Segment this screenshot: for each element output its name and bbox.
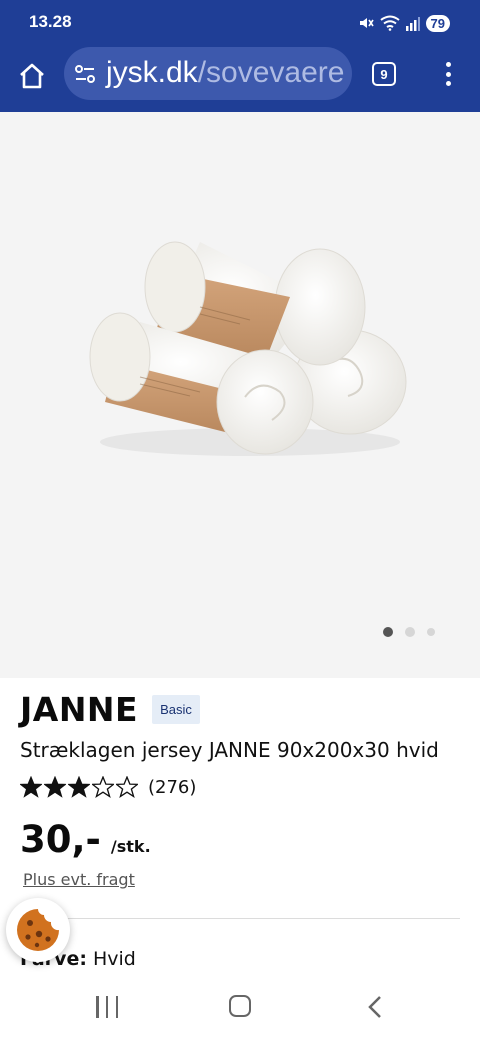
address-bar[interactable]: jysk.dk/sovevaere [64,47,352,100]
assortment-badge: Basic [152,695,200,724]
star-filled-icon [68,776,90,798]
browser-toolbar: jysk.dk/sovevaere 9 [0,46,480,112]
price: 30,- [20,818,101,861]
url-text: jysk.dk/sovevaere [106,56,344,90]
divider [20,918,460,919]
menu-dot [445,62,451,67]
title-row: JANNE Basic [20,690,460,729]
menu-dot [445,81,451,86]
url-path: /sovevaere [197,56,345,89]
battery-indicator: 79 [425,14,450,32]
browser-home-button[interactable] [15,59,49,93]
product-image [89,241,407,456]
star-empty-icon [116,776,138,798]
carousel-indicator [383,627,435,637]
carousel-dot[interactable] [427,628,435,636]
status-bar: 13.28 79 [0,0,480,46]
home-icon [20,63,44,89]
review-count[interactable]: (276) [148,777,196,798]
cookie-icon [17,909,59,951]
back-icon[interactable] [364,994,386,1020]
signal-icon [405,17,420,31]
url-domain: jysk.dk [106,56,198,89]
price-row: 30,- /stk. [20,818,151,861]
rating-row[interactable]: (276) [20,776,196,798]
rating-stars [20,776,138,798]
star-filled-icon [20,776,42,798]
carousel-dot[interactable] [405,627,415,637]
product-info: JANNE Basic Stræklagen jersey JANNE 90x2… [20,690,460,970]
product-gallery[interactable] [0,112,480,678]
color-value: Hvid [92,948,136,970]
cookie-settings-button[interactable] [6,898,70,962]
home-nav-icon[interactable] [229,995,251,1017]
product-description: Stræklagen jersey JANNE 90x200x30 hvid [20,738,439,762]
status-icons: 79 [358,12,450,34]
more-menu-button[interactable] [438,60,458,88]
price-unit: /stk. [110,837,151,856]
recents-icon[interactable] [96,996,118,1018]
wifi-icon [379,15,400,31]
product-name: JANNE [20,690,139,729]
system-navigation-bar [0,976,480,1040]
tabs-button[interactable]: 9 [372,62,396,86]
shipping-link[interactable]: Plus evt. fragt [23,870,135,889]
mute-icon [359,18,374,28]
status-time: 13.28 [29,12,72,31]
menu-dot [445,71,451,77]
site-settings-icon[interactable] [74,63,96,85]
star-empty-icon [92,776,114,798]
tab-count: 9 [380,66,388,82]
carousel-dot-active[interactable] [383,627,393,637]
star-filled-icon [44,776,66,798]
